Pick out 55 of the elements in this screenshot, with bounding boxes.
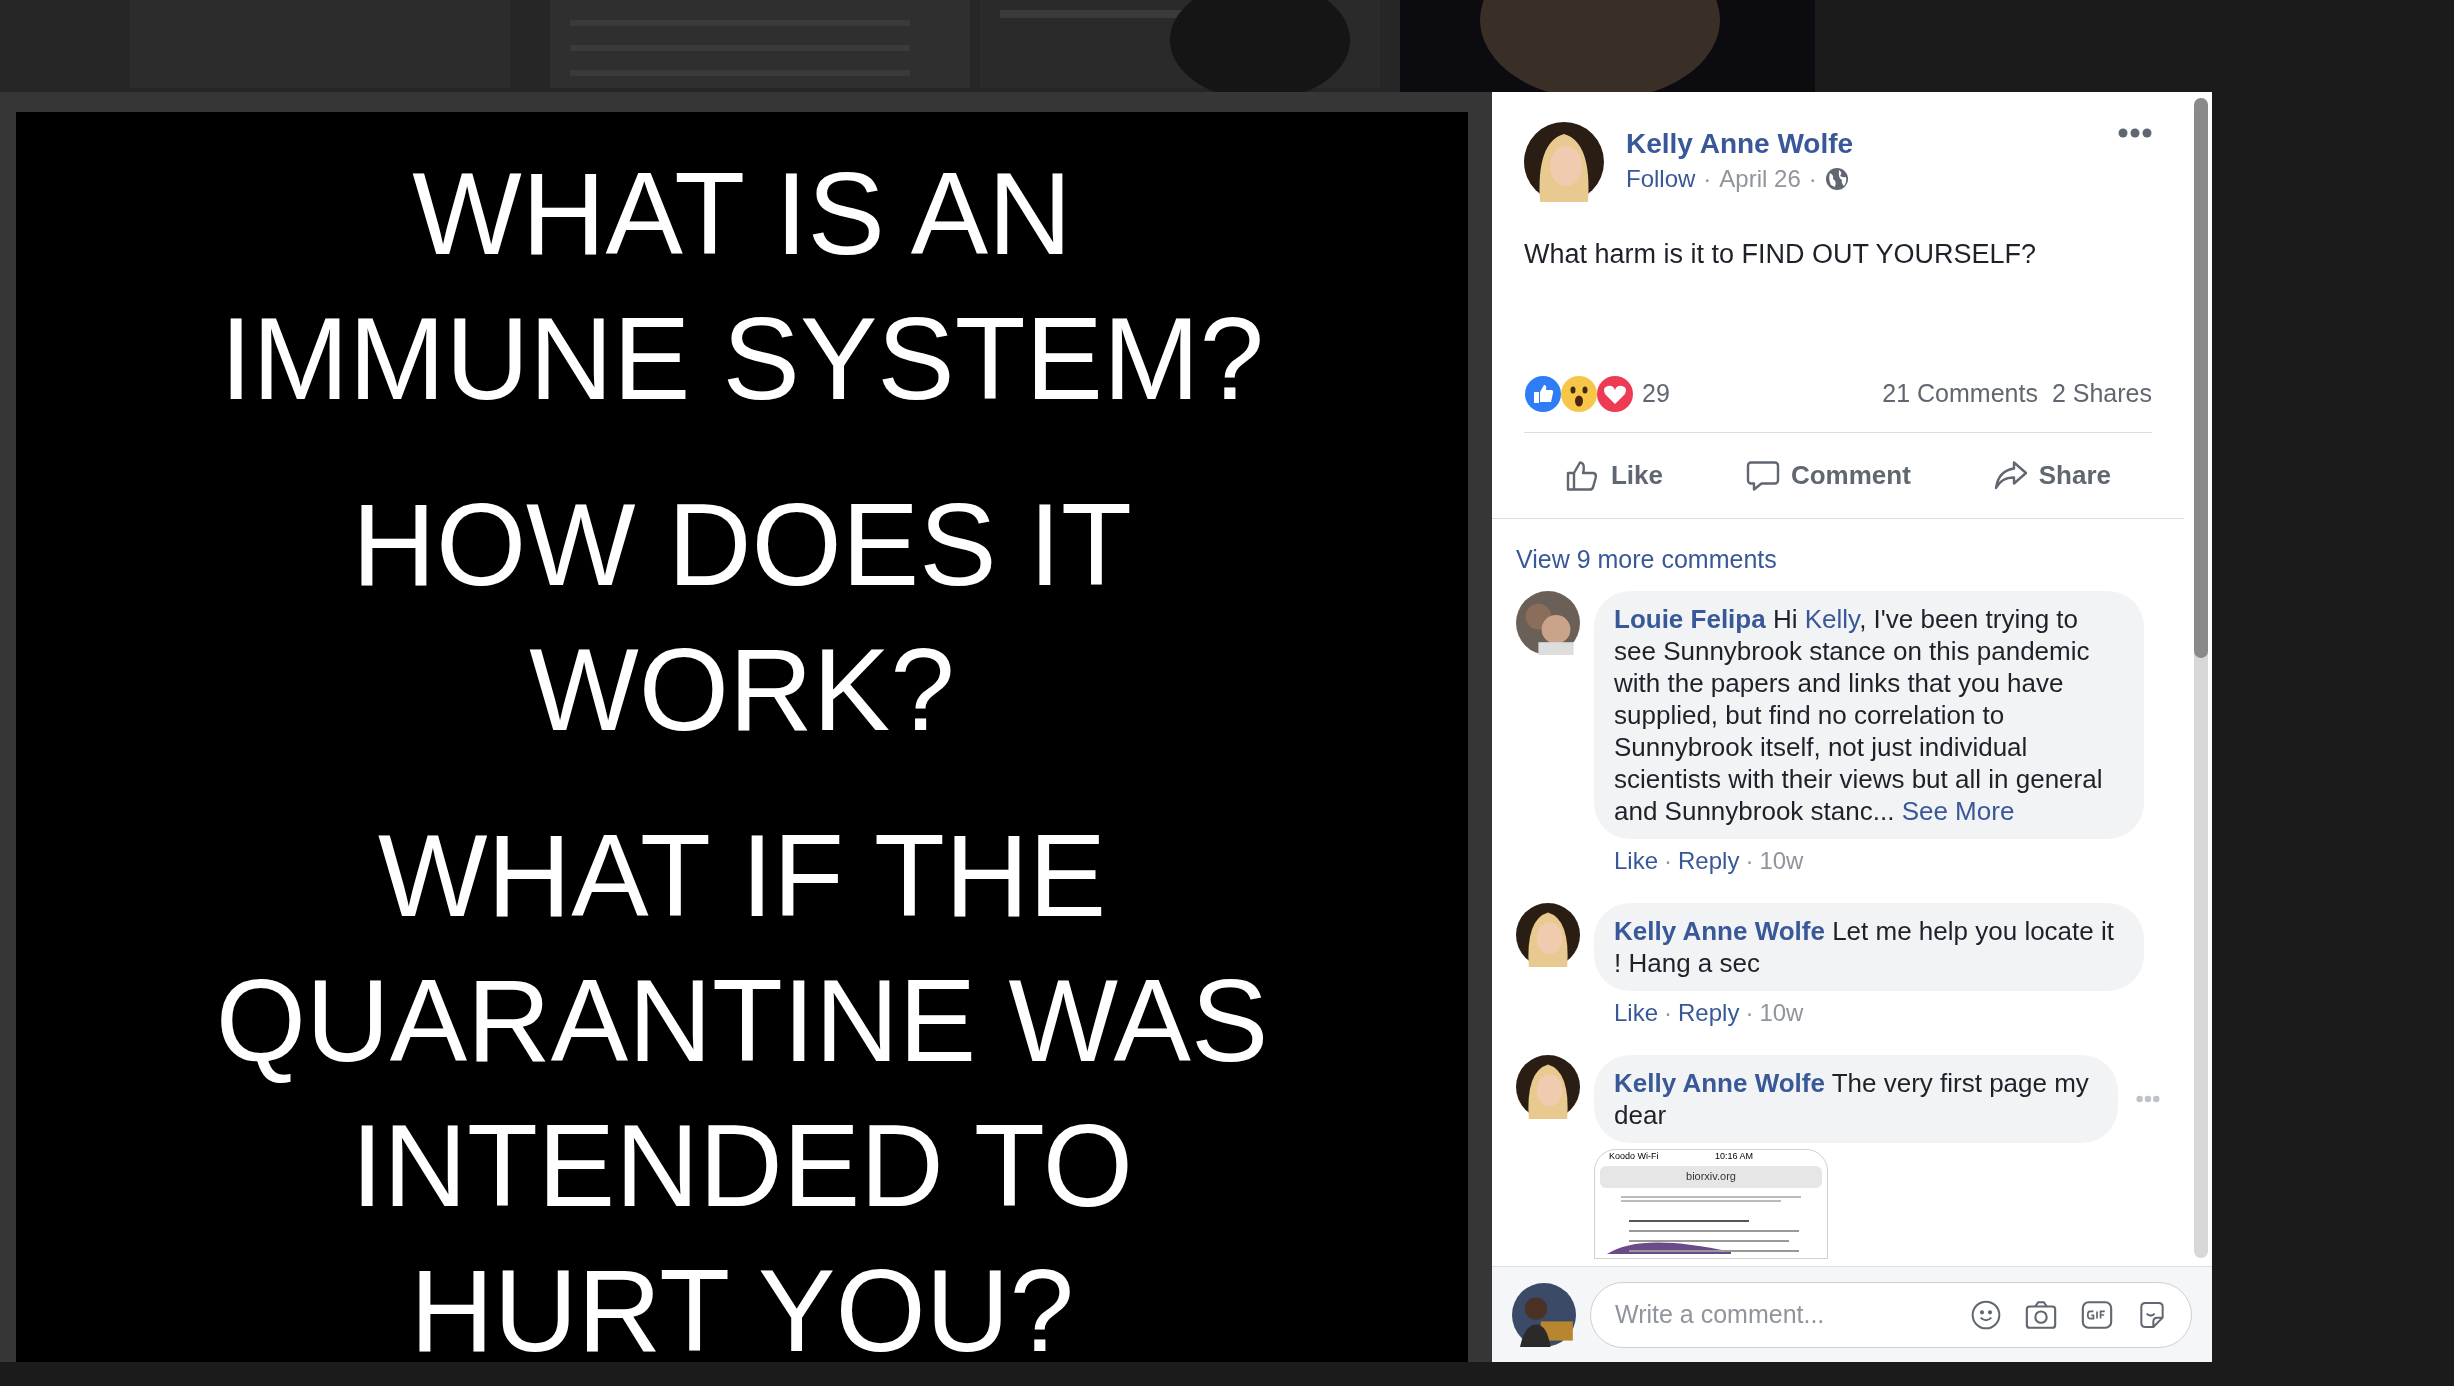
gif-icon[interactable] — [2080, 1298, 2114, 1331]
status-time: 10:16 AM — [1714, 1149, 1754, 1163]
comment-time: 10w — [1759, 845, 1804, 876]
separator-dot: · — [1664, 997, 1673, 1028]
shares-count[interactable]: 2 Shares — [2051, 375, 2152, 413]
separator-dot: · — [1745, 845, 1754, 876]
avatar[interactable] — [1524, 122, 1604, 202]
separator-dot: · — [1745, 997, 1754, 1028]
smiley-icon[interactable] — [1970, 1298, 2002, 1331]
comments-count[interactable]: 21 Comments — [1882, 375, 2038, 413]
follow-link[interactable]: Follow — [1626, 162, 1696, 196]
wow-reaction-icon[interactable] — [1560, 375, 1598, 413]
comment-text: Kelly Anne Wolfe Let me help you locate it ! Hang a sec — [1594, 902, 2144, 991]
photo-caption: WHAT IS AN — [412, 148, 1072, 281]
avatar[interactable] — [1516, 590, 1580, 655]
screenshot-attachment[interactable]: Koodo Wi-Fi 10:16 AM biorxiv.org — [1594, 1148, 1828, 1259]
comment-button[interactable]: Comment — [1734, 450, 1921, 501]
comment-link[interactable]: See More — [1901, 795, 2015, 826]
separator-dot: · — [1664, 845, 1673, 876]
avatar[interactable] — [1512, 1282, 1576, 1347]
share-button[interactable]: Share — [1982, 450, 2121, 501]
like-reaction-icon[interactable] — [1524, 375, 1562, 413]
scrollbar[interactable] — [2194, 98, 2208, 1258]
avatar[interactable] — [1516, 1054, 1580, 1119]
photo-caption: QUARANTINE WAS — [215, 955, 1269, 1088]
separator-dot: · — [1808, 164, 1817, 194]
scrollbar-thumb[interactable] — [2194, 98, 2208, 658]
like-link[interactable]: Like — [1614, 994, 1659, 1031]
post-text: What harm is it to FIND OUT YOURSELF? — [1524, 238, 2038, 271]
separator-dot: · — [1703, 164, 1712, 194]
carrier-name: Koodo Wi-Fi — [1609, 1149, 1659, 1163]
globe-icon — [1824, 167, 1849, 191]
photo-caption: HOW DOES IT — [352, 479, 1132, 612]
reaction-count[interactable]: 29 — [1642, 375, 1670, 413]
photo-caption: WHAT IF THE — [377, 810, 1107, 943]
camera-icon[interactable] — [2024, 1298, 2058, 1331]
photo-caption: INTENDED TO — [350, 1100, 1133, 1233]
comment-text: Louie Felipa Hi Kelly, I've been trying to see Sunnybrook stance on this pandemic with the papers and links that you have supplied, but find no correlation to Sunnybrook itself, not just individual scientists with their views but all in general and Sunnybrook stanc... See More — [1594, 590, 2144, 839]
more-options-icon[interactable] — [2118, 128, 2152, 138]
address-text: biorxiv.org — [1686, 1169, 1736, 1185]
comment-text: Kelly Anne Wolfe The very first page my dear — [1594, 1054, 2119, 1143]
author-name[interactable]: Kelly Anne Wolfe — [1626, 126, 1854, 162]
avatar[interactable] — [1516, 902, 1580, 967]
like-button[interactable]: Like — [1554, 450, 1673, 501]
photo-caption: WORK? — [529, 624, 955, 757]
photo-caption: HURT YOU? — [410, 1245, 1074, 1362]
love-reaction-icon[interactable] — [1596, 375, 1634, 413]
view-more-comments-link[interactable]: View 9 more comments — [1516, 541, 2160, 579]
comment-time: 10w — [1759, 997, 1804, 1028]
like-link[interactable]: Like — [1614, 842, 1659, 879]
comment-input-field[interactable]: Write a comment... — [1590, 1281, 2192, 1348]
comment-link[interactable]: Kelly — [1804, 603, 1860, 634]
photo-caption: IMMUNE SYSTEM? — [219, 293, 1265, 426]
reply-link[interactable]: Reply — [1678, 842, 1740, 879]
reply-link[interactable]: Reply — [1678, 994, 1740, 1031]
